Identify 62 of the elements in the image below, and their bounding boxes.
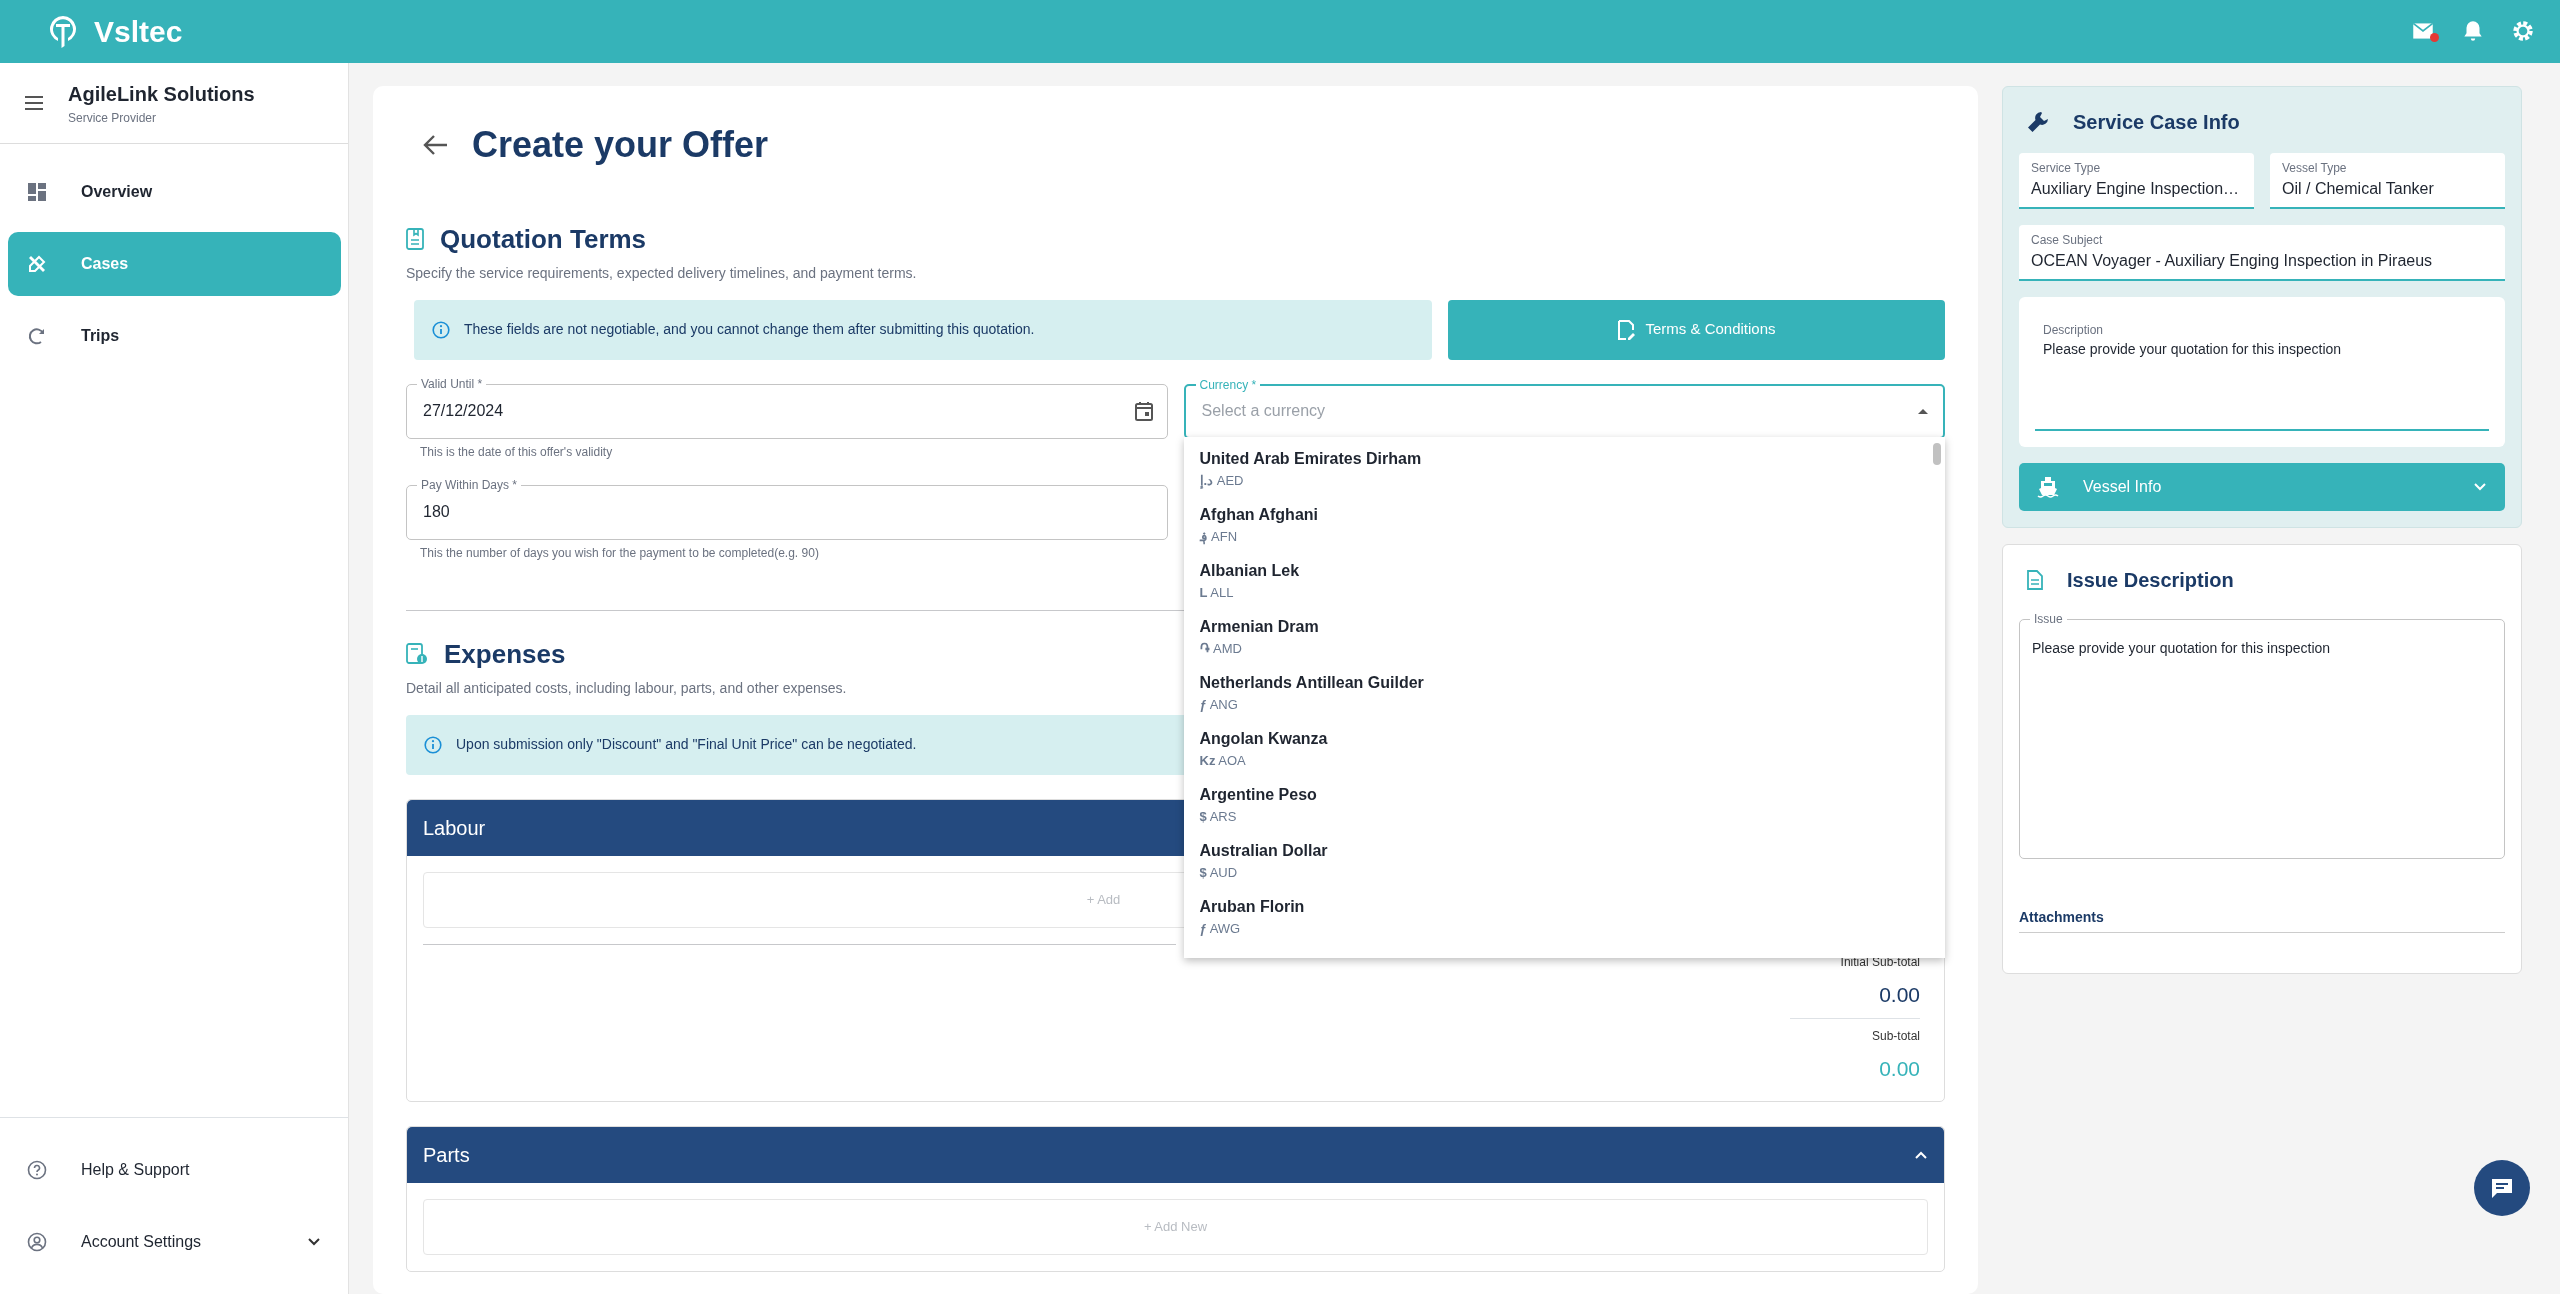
chat-button[interactable] xyxy=(2474,1160,2530,1216)
field-input[interactable]: Select a currency xyxy=(1199,398,1917,425)
org-role: Service Provider xyxy=(68,109,158,127)
field-label: Case Subject xyxy=(2031,231,2104,249)
dropdown-option[interactable]: Albanian Lek L ALL xyxy=(1183,552,1945,609)
user-icon xyxy=(27,1232,47,1252)
nav-item[interactable]: Overview xyxy=(8,159,341,224)
group-header[interactable]: Parts xyxy=(407,1126,1944,1183)
nav-item[interactable]: Help & Support xyxy=(0,1134,348,1206)
unread-dot xyxy=(2430,33,2439,43)
menu-icon[interactable] xyxy=(24,94,44,111)
field-value: Please provide your quotation for this inspection xyxy=(2032,638,2332,658)
field-value: Auxiliary Engine Inspection… xyxy=(2031,178,2241,199)
brand-name: Vsltec xyxy=(94,13,183,50)
document-icon xyxy=(2027,569,2043,590)
field-value: OCEAN Voyager - Auxiliary Enging Inspection in Piraeus xyxy=(2031,250,2434,271)
dropdown-option[interactable]: Armenian Dram ֏ AMD xyxy=(1183,608,1945,665)
dropdown-option[interactable]: Netherlands Antillean Guilder ƒ ANG xyxy=(1183,664,1945,721)
total-value: 0.00 xyxy=(1879,1056,1920,1083)
dropdown-option[interactable]: Angolan Kwanza Kz AOA xyxy=(1183,720,1945,777)
attachments-label: Attachments xyxy=(2019,906,2505,933)
field-value: Please provide your quotation for this inspection xyxy=(2043,339,2343,359)
logo-icon xyxy=(48,14,78,49)
wrench-icon xyxy=(2027,110,2049,133)
tools-icon xyxy=(27,253,47,274)
scrollbar-thumb[interactable] xyxy=(1933,442,1941,465)
section-title: Expenses xyxy=(444,637,566,671)
field-value: Oil / Chemical Tanker xyxy=(2282,178,2435,199)
org-name: AgileLink Solutions xyxy=(68,81,255,107)
notice-text: Upon submission only "Discount" and "Final Unit Price" can be negotiated. xyxy=(456,735,917,755)
document-sign-icon xyxy=(1617,319,1636,340)
section-title: Quotation Terms xyxy=(440,222,647,256)
ship-icon xyxy=(2037,475,2059,498)
page-title: Create your Offer xyxy=(472,122,769,167)
helper-text: This the number of days you wish for the payment to be completed(e.g. 90) xyxy=(419,544,820,562)
helper-text: This is the date of this offer's validity xyxy=(419,443,614,461)
dropdown-option[interactable]: Afghan Afghani ؋ AFN xyxy=(1183,496,1945,553)
total-label: Sub-total xyxy=(1871,1028,1920,1046)
field-input[interactable]: 180 xyxy=(421,499,1153,526)
chevron-icon[interactable] xyxy=(1914,1149,1928,1160)
info-icon xyxy=(432,320,450,339)
notice-text: These fields are not negotiable, and you cannot change them after submitting this quotation. xyxy=(464,320,1035,340)
refresh-icon xyxy=(27,325,47,346)
panel-title: Service Case Info xyxy=(2073,109,2240,135)
section-description: Detail all anticipated costs, including labour, parts, and other expenses. xyxy=(406,678,847,698)
help-icon xyxy=(27,1160,47,1180)
field-label: Description xyxy=(2043,321,2105,339)
nav-item[interactable]: Trips xyxy=(8,303,341,368)
field-label: Vessel Type xyxy=(2282,159,2348,177)
info-icon xyxy=(424,735,442,754)
invoice-icon xyxy=(406,643,428,666)
panel-title: Issue Description xyxy=(2067,567,2234,593)
dashboard-icon xyxy=(27,181,47,202)
field-input[interactable]: 27/12/2024 xyxy=(421,398,1135,425)
back-arrow-icon[interactable] xyxy=(422,133,448,156)
section-description: Specify the service requirements, expected delivery timelines, and payment terms. xyxy=(406,263,917,283)
nav-item[interactable]: Account Settings xyxy=(0,1206,348,1278)
field-label: Service Type xyxy=(2031,159,2102,177)
chat-icon xyxy=(2490,1177,2514,1199)
total-value: 0.00 xyxy=(1879,981,1920,1008)
document-icon xyxy=(406,228,424,251)
calendar-icon[interactable] xyxy=(1134,401,1153,422)
